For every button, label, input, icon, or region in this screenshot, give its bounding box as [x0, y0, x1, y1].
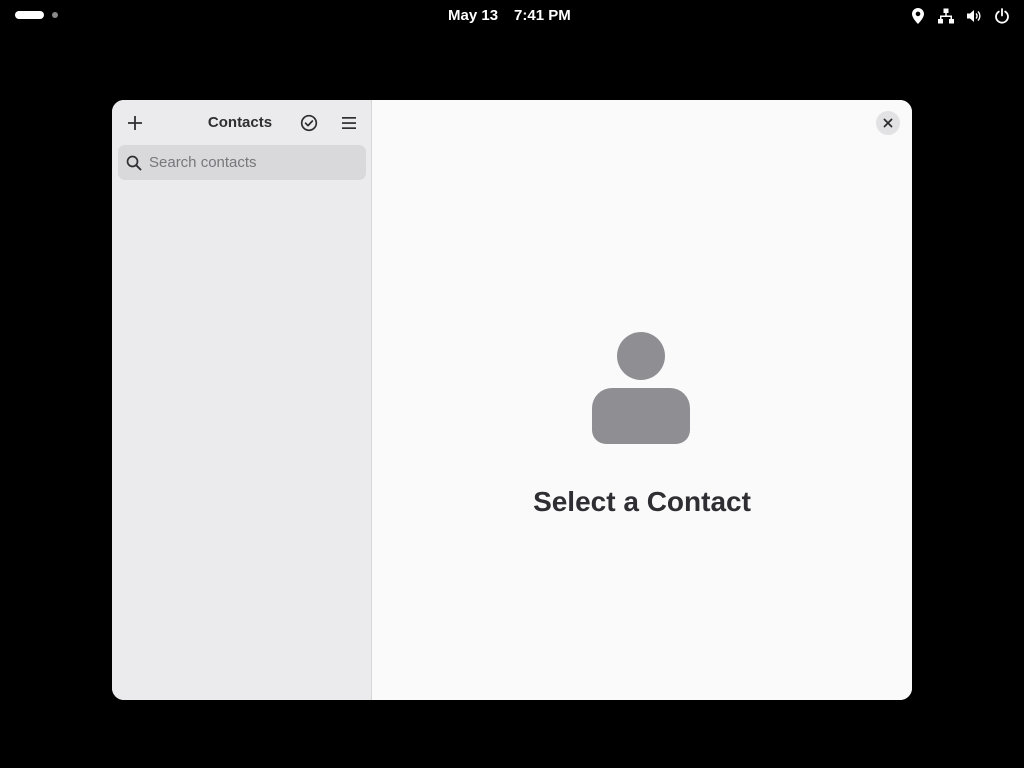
network-icon[interactable]	[938, 7, 954, 25]
search-input[interactable]	[149, 154, 349, 171]
contact-details-pane: Select a Contact	[372, 100, 912, 700]
activities-indicator[interactable]	[15, 11, 58, 19]
search-bar[interactable]	[118, 145, 366, 180]
close-icon	[883, 118, 893, 128]
location-icon[interactable]	[910, 7, 926, 25]
volume-icon[interactable]	[966, 7, 982, 25]
workspace-indicator	[52, 12, 58, 18]
sidebar-header: Contacts	[112, 100, 371, 146]
main-menu-button[interactable]	[335, 109, 363, 137]
hamburger-menu-icon	[341, 116, 357, 130]
sidebar-title: Contacts	[207, 114, 273, 131]
empty-state-title: Select a Contact	[533, 486, 751, 517]
active-workspace-indicator	[15, 11, 44, 19]
clock-time: 7:41 PM	[514, 7, 571, 24]
selection-mode-button[interactable]	[295, 109, 323, 137]
search-icon	[126, 155, 142, 171]
person-icon	[592, 332, 690, 446]
contacts-window: Contacts Search contacts Select a Contac…	[112, 100, 912, 700]
power-icon[interactable]	[994, 7, 1010, 25]
close-window-button[interactable]	[876, 111, 900, 135]
top-bar: May 13 7:41 PM	[0, 0, 1024, 32]
check-circle-icon	[300, 114, 318, 132]
contact-list	[112, 188, 371, 700]
clock[interactable]: May 13 7:41 PM	[448, 7, 571, 24]
system-tray[interactable]	[910, 7, 1010, 25]
clock-date: May 13	[448, 7, 499, 24]
sidebar: Contacts	[112, 100, 372, 700]
